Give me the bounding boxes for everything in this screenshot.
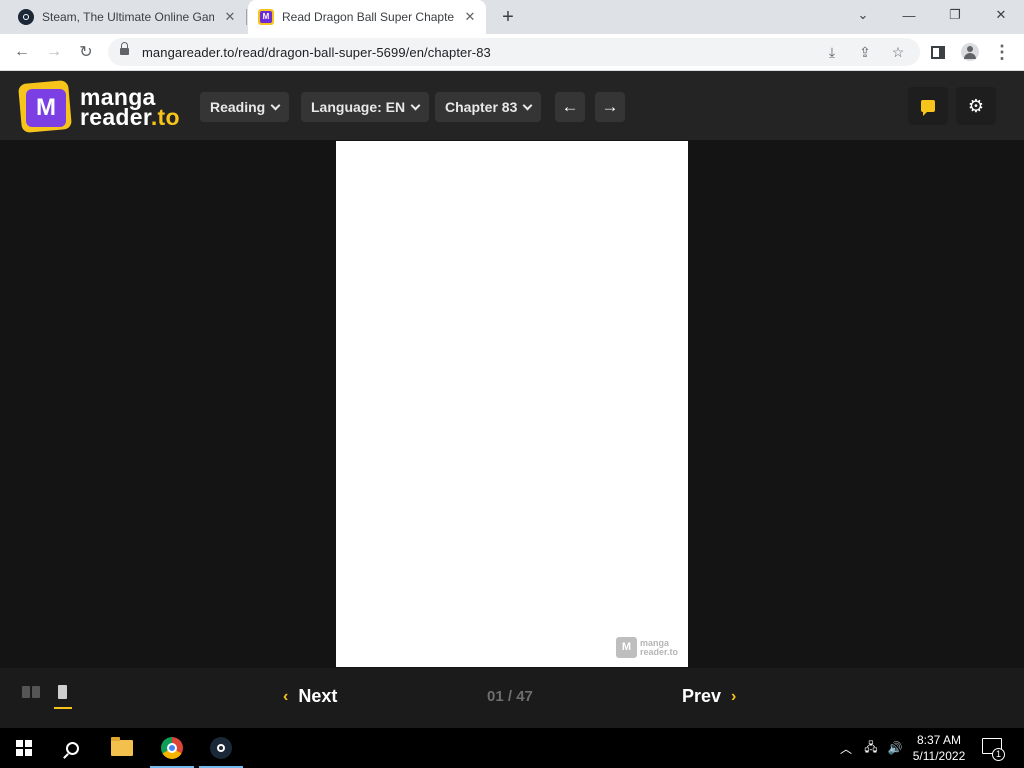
tab-title: Read Dragon Ball Super Chapter bbox=[282, 10, 454, 24]
total-pages: 47 bbox=[516, 688, 533, 705]
menu-kebab-icon[interactable]: ⋮ bbox=[990, 40, 1014, 64]
browser-tab-strip: Steam, The Ultimate Online Gam ✕ M Read … bbox=[0, 0, 1024, 34]
logo-text-tld: .to bbox=[150, 104, 180, 130]
page-separator: / bbox=[507, 688, 513, 705]
tab-mangareader[interactable]: M Read Dragon Ball Super Chapter ✕ bbox=[248, 0, 486, 34]
settings-button[interactable]: ⚙ bbox=[956, 87, 996, 125]
clock[interactable]: 8:37 AM 5/11/2022 bbox=[908, 732, 970, 764]
side-panel-icon[interactable] bbox=[926, 40, 950, 64]
chevron-right-icon: › bbox=[731, 687, 737, 705]
network-icon[interactable]: 🖧 bbox=[860, 728, 882, 768]
comments-button[interactable] bbox=[908, 87, 948, 125]
next-label: Next bbox=[298, 686, 338, 706]
windows-logo-icon bbox=[16, 740, 32, 756]
watermark-line2: reader.to bbox=[639, 646, 678, 657]
tab-close-icon[interactable]: ✕ bbox=[222, 9, 238, 25]
arrow-right-icon: → bbox=[601, 97, 619, 116]
close-window-button[interactable]: ✕ bbox=[978, 0, 1024, 30]
watermark-logo: M bbox=[615, 637, 637, 658]
url-text[interactable]: mangareader.to/read/dragon-ball-super-56… bbox=[142, 45, 491, 60]
previous-chapter-button[interactable]: ← bbox=[555, 92, 585, 122]
clock-date: 5/11/2022 bbox=[912, 749, 966, 763]
lock-icon[interactable] bbox=[120, 42, 129, 57]
folder-icon bbox=[111, 737, 133, 756]
share-icon[interactable]: ⇪ bbox=[853, 40, 877, 64]
search-icon bbox=[65, 741, 79, 755]
mangareader-icon: M bbox=[258, 9, 274, 25]
volume-icon[interactable]: 🔊 bbox=[884, 728, 906, 768]
next-chapter-button[interactable]: → bbox=[595, 92, 625, 122]
chevron-down-icon bbox=[410, 100, 421, 110]
steam-taskbar-button[interactable] bbox=[197, 728, 245, 768]
chrome-icon bbox=[161, 737, 183, 759]
clock-time: 8:37 AM bbox=[916, 733, 962, 747]
reader-area: M manga reader.to bbox=[0, 140, 1024, 668]
taskbar-search-button[interactable] bbox=[48, 728, 96, 768]
logo-text-reader: reader.to bbox=[80, 104, 180, 131]
language-dropdown[interactable]: Language: EN bbox=[301, 92, 430, 122]
tab-separator bbox=[246, 9, 247, 25]
active-mode-indicator bbox=[54, 707, 72, 709]
bookmark-star-icon[interactable]: ☆ bbox=[886, 40, 910, 64]
forward-arrow-icon[interactable]: → bbox=[42, 40, 66, 64]
tab-close-icon[interactable]: ✕ bbox=[462, 9, 478, 25]
start-button[interactable] bbox=[0, 728, 48, 768]
logo-text-reader-word: reader bbox=[80, 104, 151, 130]
chapter-dropdown[interactable]: Chapter 83 bbox=[435, 92, 542, 122]
prev-label: Prev bbox=[682, 686, 722, 706]
notification-count-badge: 1 bbox=[992, 748, 1005, 761]
reading-mode-dropdown[interactable]: Reading bbox=[200, 92, 290, 122]
chevron-down-icon bbox=[270, 100, 281, 110]
chevron-left-icon: ‹ bbox=[283, 687, 289, 705]
new-tab-button[interactable]: + bbox=[498, 7, 518, 27]
steam-icon bbox=[18, 9, 34, 25]
tab-search-icon[interactable]: ⌄ bbox=[840, 0, 886, 30]
prev-page-button[interactable]: Prev › bbox=[682, 686, 736, 707]
browser-toolbar: ← → ↻ mangareader.to/read/dragon-ball-su… bbox=[0, 34, 1024, 71]
tab-title: Steam, The Ultimate Online Gam bbox=[42, 10, 214, 24]
chevron-down-icon bbox=[522, 100, 533, 110]
watermark-text: manga reader.to bbox=[639, 638, 678, 657]
mangareader-logo[interactable]: M manga reader.to bbox=[17, 79, 190, 134]
profile-avatar-icon[interactable] bbox=[958, 40, 982, 64]
file-explorer-button[interactable] bbox=[98, 728, 146, 768]
logo-badge-letter: M bbox=[26, 89, 66, 127]
gear-icon: ⚙ bbox=[967, 96, 985, 116]
single-page-mode-icon[interactable] bbox=[58, 685, 67, 699]
tab-steam[interactable]: Steam, The Ultimate Online Gam ✕ bbox=[8, 0, 246, 34]
watermark: M manga reader.to bbox=[615, 637, 678, 658]
current-page: 01 bbox=[487, 688, 504, 705]
show-hidden-icons-chevron-icon[interactable]: ︿ bbox=[838, 728, 854, 768]
language-label: Language: EN bbox=[311, 99, 406, 115]
steam-icon bbox=[210, 737, 232, 759]
chrome-taskbar-button[interactable] bbox=[148, 728, 196, 768]
windows-taskbar: ︿ 🖧 🔊 8:37 AM 5/11/2022 1 bbox=[0, 728, 1024, 768]
chapter-label: Chapter 83 bbox=[445, 99, 518, 115]
reader-footer: ‹ Next 01 / 47 Prev › bbox=[0, 668, 1024, 728]
page-counter: 01 / 47 bbox=[487, 688, 533, 705]
restore-button[interactable]: ❐ bbox=[932, 0, 978, 30]
chat-bubble-icon bbox=[921, 100, 935, 116]
reload-icon[interactable]: ↻ bbox=[74, 40, 98, 64]
double-page-mode-icon[interactable] bbox=[22, 686, 40, 698]
next-page-button[interactable]: ‹ Next bbox=[283, 686, 337, 707]
install-app-icon[interactable]: ⤓ bbox=[820, 40, 844, 64]
address-bar[interactable]: mangareader.to/read/dragon-ball-super-56… bbox=[108, 38, 920, 66]
minimize-button[interactable]: — bbox=[886, 0, 932, 30]
site-header: M manga reader.to Reading Language: EN C… bbox=[0, 71, 1024, 140]
back-arrow-icon[interactable]: ← bbox=[10, 40, 34, 64]
arrow-left-icon: ← bbox=[561, 97, 579, 116]
manga-page[interactable]: M manga reader.to bbox=[336, 141, 688, 667]
reading-mode-label: Reading bbox=[210, 99, 266, 115]
